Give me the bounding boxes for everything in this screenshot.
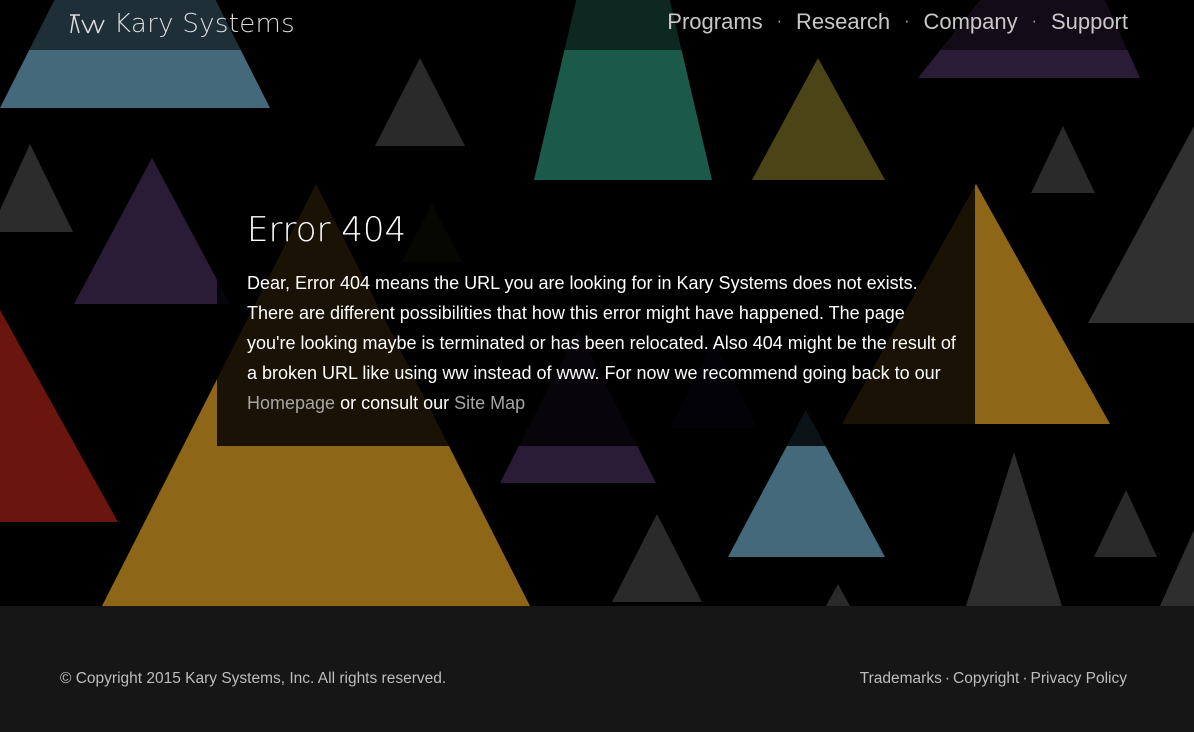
bg-triangle bbox=[0, 310, 118, 522]
nav-separator: · bbox=[776, 13, 782, 30]
nav-separator: · bbox=[904, 13, 910, 30]
nav-programs[interactable]: Programs bbox=[667, 9, 762, 35]
footer-links: Trademarks · Copyright · Privacy Policy bbox=[860, 670, 1127, 688]
bg-triangle bbox=[74, 158, 230, 304]
bg-triangle bbox=[826, 584, 850, 606]
error-description: Dear, Error 404 means the URL you are lo… bbox=[247, 268, 957, 418]
error-body-text: Dear, Error 404 means the URL you are lo… bbox=[247, 273, 956, 383]
brand-logo[interactable]: Kary Systems bbox=[68, 6, 295, 42]
bg-triangle bbox=[1088, 126, 1194, 323]
footer-link-trademarks[interactable]: Trademarks bbox=[860, 670, 942, 687]
nav-company[interactable]: Company bbox=[923, 9, 1017, 35]
main-nav: Programs · Research · Company · Support bbox=[667, 9, 1128, 35]
footer-separator: · bbox=[944, 670, 951, 687]
bg-triangle bbox=[612, 514, 702, 602]
page-title: Error 404 bbox=[247, 210, 407, 250]
error-panel: Error 404 Dear, Error 404 means the URL … bbox=[217, 184, 975, 446]
footer-link-copyright[interactable]: Copyright bbox=[953, 670, 1019, 687]
bg-triangle bbox=[966, 452, 1062, 606]
bg-triangle bbox=[0, 144, 73, 232]
nav-separator: · bbox=[1031, 13, 1037, 30]
homepage-link[interactable]: Homepage bbox=[247, 393, 335, 413]
error-middle-text: or consult our bbox=[335, 393, 455, 413]
nav-support[interactable]: Support bbox=[1051, 9, 1128, 35]
bg-triangle bbox=[752, 58, 885, 180]
copyright-notice: © Copyright 2015 Kary Systems, Inc. All … bbox=[60, 670, 447, 687]
bg-triangle bbox=[1160, 530, 1194, 606]
footer-link-privacy-policy[interactable]: Privacy Policy bbox=[1031, 670, 1127, 687]
bg-triangle bbox=[1094, 490, 1157, 557]
nav-research[interactable]: Research bbox=[796, 9, 890, 35]
footer-separator: · bbox=[1022, 670, 1028, 687]
site-header: Kary Systems Programs · Research · Compa… bbox=[0, 0, 1194, 50]
brand-name: Kary Systems bbox=[114, 9, 295, 39]
bg-triangle bbox=[375, 58, 465, 146]
site-footer: © Copyright 2015 Kary Systems, Inc. All … bbox=[0, 606, 1194, 732]
bg-triangle bbox=[1031, 126, 1095, 193]
sitemap-link[interactable]: Site Map bbox=[454, 393, 525, 413]
kary-logo-icon bbox=[70, 14, 105, 34]
